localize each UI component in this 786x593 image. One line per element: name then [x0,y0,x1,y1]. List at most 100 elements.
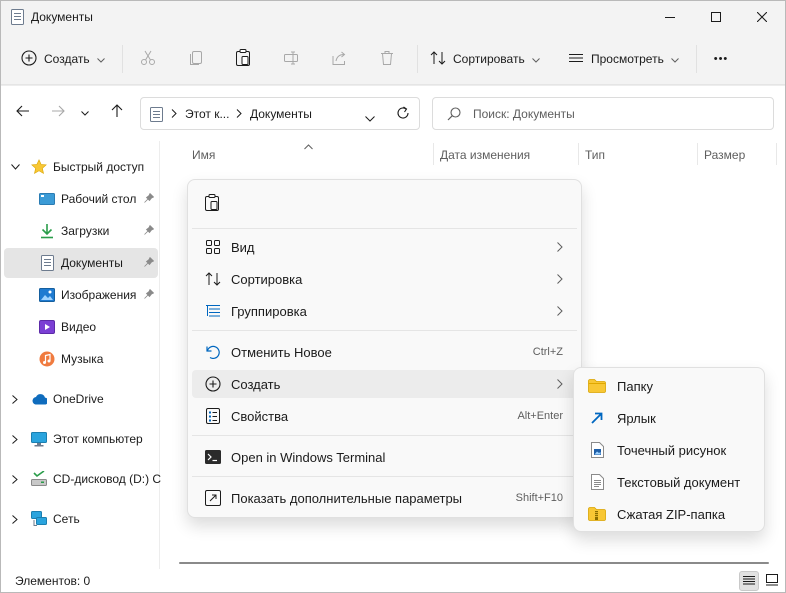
menu-item-new[interactable]: Создать [192,370,577,398]
chevron-right-icon [557,241,563,255]
column-header-date[interactable]: Дата изменения [440,148,530,162]
submenu-item-zip-folder[interactable]: Сжатая ZIP-папка [578,499,760,529]
chevron-right-icon [557,378,563,392]
folder-icon [588,377,606,395]
column-divider[interactable] [433,143,434,165]
chevron-down-icon [670,52,679,66]
sidebar-item-cd-drive[interactable]: CD-дисковод (D:) C [4,464,162,494]
menu-item-properties[interactable]: Свойства Alt+Enter [192,402,577,430]
documents-icon [11,9,24,25]
submenu-item-shortcut[interactable]: Ярлык [578,403,760,433]
column-divider[interactable] [578,143,579,165]
menu-divider [192,476,577,477]
menu-item-label: Open in Windows Terminal [231,450,386,465]
sidebar-item-desktop[interactable]: Рабочий стол [4,184,158,214]
sort-icon [430,50,446,69]
submenu-item-bitmap[interactable]: Точечный рисунок [578,435,760,465]
column-header-size[interactable]: Размер [704,148,745,162]
close-button[interactable] [739,1,785,33]
chevron-right-icon[interactable] [9,474,21,484]
menu-item-open-terminal[interactable]: Open in Windows Terminal [192,443,577,471]
command-bar: Создать Сортировать Просмотреть ••• [1,33,785,85]
sidebar-item-network[interactable]: Сеть [4,504,158,534]
submenu-item-label: Сжатая ZIP-папка [617,507,726,522]
submenu-item-text-document[interactable]: Текстовый документ [578,467,760,497]
column-divider[interactable] [776,143,777,165]
maximize-button[interactable] [693,1,739,33]
show-more-icon [204,489,222,507]
delete-button[interactable] [371,43,403,75]
recent-locations-button[interactable] [77,100,93,124]
search-input[interactable]: Поиск: Документы [432,97,774,130]
menu-item-view[interactable]: Вид [192,233,577,261]
sidebar-item-music[interactable]: Музыка [4,344,158,374]
documents-icon [150,107,163,125]
menu-item-label: Группировка [231,304,307,319]
sidebar-item-label: OneDrive [53,392,104,406]
sidebar-item-this-pc[interactable]: Этот компьютер [4,424,158,454]
arrow-up-icon [111,103,123,121]
pin-icon [144,192,155,206]
breadcrumb-documents[interactable]: Документы [250,107,312,121]
up-button[interactable] [105,100,129,124]
submenu-item-folder[interactable]: Папку [578,371,760,401]
chevron-right-icon[interactable] [9,394,21,404]
sidebar-item-label: Быстрый доступ [53,160,145,174]
sidebar-item-pictures[interactable]: Изображения [4,280,158,310]
share-button[interactable] [323,43,355,75]
sort-ascending-icon [304,139,313,153]
sidebar-item-quick-access[interactable]: Быстрый доступ [4,152,158,182]
minimize-button[interactable] [647,1,693,33]
refresh-icon[interactable] [396,106,410,123]
sidebar-item-label: Изображения [61,288,137,302]
chevron-down-icon [96,52,105,66]
menu-item-sort[interactable]: Сортировка [192,265,577,293]
add-circle-icon [21,49,37,69]
computer-icon [31,431,47,447]
menu-item-group[interactable]: Группировка [192,297,577,325]
submenu-item-label: Папку [617,379,653,394]
sidebar-item-onedrive[interactable]: OneDrive [4,384,158,414]
see-more-button[interactable]: ••• [705,43,737,75]
column-divider[interactable] [697,143,698,165]
create-button[interactable]: Создать [21,43,105,75]
copy-button[interactable] [180,43,212,75]
column-header-type[interactable]: Тип [585,148,605,162]
grid-icon [204,238,222,256]
rename-button[interactable] [275,43,307,75]
column-header-name[interactable]: Имя [192,148,215,162]
details-view-button[interactable] [739,571,759,591]
create-button-label: Создать [44,52,90,66]
address-history-chevron-icon[interactable] [365,111,375,125]
paste-button[interactable] [227,43,259,75]
chevron-down-icon[interactable] [9,164,21,170]
breadcrumb-this-pc[interactable]: Этот к... [185,107,229,121]
sidebar-item-video[interactable]: Видео [4,312,158,342]
view-button[interactable]: Просмотреть [568,43,679,75]
sidebar-item-documents[interactable]: Документы [4,248,158,278]
menu-item-label: Показать дополнительные параметры [231,491,463,506]
menu-item-show-more-options[interactable]: Показать дополнительные параметры Shift+… [192,484,577,512]
cut-button[interactable] [132,43,164,75]
navigation-pane: Быстрый доступ Рабочий стол Загрузки Док… [1,141,162,569]
sidebar-item-downloads[interactable]: Загрузки [4,216,158,246]
back-button[interactable] [11,100,35,124]
address-bar[interactable]: Этот к... Документы [140,97,420,130]
music-icon [39,351,55,367]
sort-button[interactable]: Сортировать [430,43,540,75]
view-button-label: Просмотреть [591,52,664,66]
paste-button[interactable] [202,193,222,214]
forward-button[interactable] [46,100,70,124]
chevron-right-icon [557,273,563,287]
menu-item-undo[interactable]: Отменить Новое Ctrl+Z [192,338,577,366]
zip-folder-icon [588,505,606,523]
chevron-right-icon[interactable] [9,434,21,444]
large-icons-view-button[interactable] [762,571,782,591]
chevron-right-icon[interactable] [9,514,21,524]
horizontal-scrollbar[interactable] [179,562,769,564]
sidebar-item-label: CD-дисковод (D:) C [53,472,162,486]
sidebar-item-label: Музыка [61,352,104,366]
documents-icon [39,255,55,271]
item-count: Элементов: 0 [15,574,91,588]
breadcrumb-chevron-icon [171,107,177,121]
